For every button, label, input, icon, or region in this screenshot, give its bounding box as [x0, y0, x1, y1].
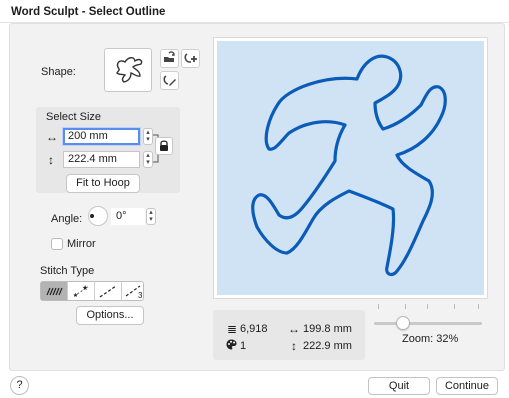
stitch-count-value: 6,918	[240, 323, 268, 335]
triple-stitch-option[interactable]: 3	[122, 282, 148, 300]
width-arrows-icon: ↔	[46, 130, 58, 144]
stitch-type-selector: ★ ★ 3	[40, 281, 144, 301]
angle-input[interactable]: 0°	[111, 208, 145, 225]
mirror-checkbox[interactable]	[51, 238, 63, 250]
height-input[interactable]: 222.4 mm	[63, 151, 140, 168]
running-stitch-option[interactable]	[95, 282, 122, 300]
color-count-value: 1	[240, 340, 247, 352]
zoom-tick	[427, 304, 428, 309]
svg-text:★: ★	[82, 284, 88, 292]
height-arrows-icon: ↕	[48, 153, 54, 167]
info-width-value: 199.8 mm	[303, 323, 352, 335]
runner-shape-icon	[116, 57, 143, 83]
palette-icon	[226, 339, 237, 350]
info-width-icon: ↔	[288, 322, 300, 336]
satin-stitch-option[interactable]	[41, 282, 68, 300]
angle-stepper[interactable]: ▴ ▾	[146, 208, 156, 225]
shape-thumbnail[interactable]	[104, 48, 152, 92]
aspect-lock-button[interactable]	[155, 137, 173, 155]
zoom-tick	[378, 304, 379, 309]
continue-button[interactable]: Continue	[436, 377, 498, 395]
zoom-label: Zoom: 32%	[402, 333, 459, 345]
angle-dial[interactable]	[88, 206, 108, 226]
fit-to-hoop-button[interactable]: Fit to Hoop	[66, 174, 140, 193]
width-input[interactable]: 200 mm	[63, 128, 140, 145]
zoom-slider-track[interactable]	[374, 322, 482, 325]
star-stitch-icon: ★ ★	[73, 284, 88, 299]
edit-shape-button[interactable]	[160, 71, 179, 90]
preview-frame	[213, 37, 488, 299]
add-shape-button[interactable]	[181, 49, 200, 68]
open-folder-icon	[164, 51, 175, 62]
runner-outline-preview	[251, 54, 447, 277]
quit-button[interactable]: Quit	[368, 377, 430, 395]
svg-text:3: 3	[138, 291, 143, 300]
add-shape-icon	[184, 53, 197, 63]
shape-label: Shape:	[41, 66, 76, 78]
fill-stitch-option[interactable]: ★ ★	[68, 282, 95, 300]
edit-shape-icon	[163, 75, 176, 86]
stitch-count-icon: ≣	[227, 322, 238, 336]
mirror-label: Mirror	[67, 238, 96, 250]
angle-dial-indicator	[90, 214, 94, 218]
help-button[interactable]: ?	[10, 376, 29, 395]
select-size-title: Select Size	[46, 111, 102, 123]
info-height-value: 222.9 mm	[303, 340, 352, 352]
triple-stitch-icon: 3	[125, 285, 143, 300]
stitch-type-label: Stitch Type	[40, 265, 95, 277]
lock-icon	[160, 140, 168, 151]
open-shape-button[interactable]	[160, 49, 179, 68]
zoom-slider-thumb[interactable]	[396, 316, 410, 330]
window-title: Word Sculpt - Select Outline	[11, 6, 166, 18]
svg-text:★: ★	[73, 292, 78, 299]
zoom-tick	[478, 304, 479, 309]
angle-label: Angle:	[51, 213, 83, 225]
zoom-tick	[405, 304, 406, 309]
info-height-icon: ↕	[291, 339, 297, 353]
running-stitch-icon	[99, 285, 117, 298]
satin-stitch-icon	[46, 287, 63, 296]
zoom-tick	[454, 304, 455, 309]
preview-canvas	[217, 41, 484, 295]
options-button[interactable]: Options...	[76, 306, 144, 325]
title-bar: Word Sculpt - Select Outline	[0, 0, 509, 22]
